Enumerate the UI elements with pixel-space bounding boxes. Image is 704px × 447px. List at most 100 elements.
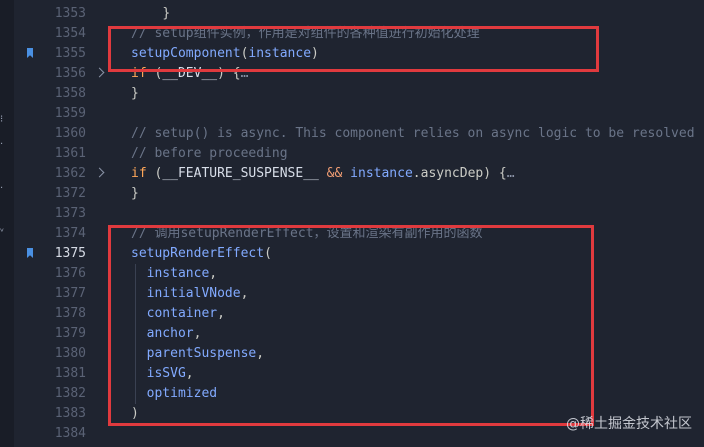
code-text: // setup组件实例，作用是对组件的各种值进行初始化处理 xyxy=(131,24,480,44)
activity-glyph[interactable]: ⁝ xyxy=(0,115,3,125)
code-line[interactable]: 1353 } xyxy=(14,4,704,24)
chevron-right-icon[interactable] xyxy=(94,167,105,178)
line-number: 1381 xyxy=(54,366,86,381)
code-token: // setup() is async. This component reli… xyxy=(131,126,695,141)
line-number: 1373 xyxy=(54,206,86,221)
code-token: optimized xyxy=(131,386,218,401)
bookmark-icon[interactable] xyxy=(27,48,33,58)
code-token: … xyxy=(506,166,515,181)
code-line[interactable]: 1356 if (__DEV__) {… xyxy=(14,64,704,84)
code-text: // setup() is async. This component reli… xyxy=(131,124,695,144)
code-line[interactable]: 1380 parentSuspense, xyxy=(14,344,704,364)
code-text: initialVNode, xyxy=(131,284,249,304)
code-line[interactable]: 1374 // 调用setupRenderEffect，设置和渲染有副作用的函数 xyxy=(14,224,704,244)
line-number: 1380 xyxy=(54,346,86,361)
code-token: } xyxy=(131,186,139,201)
code-line[interactable]: 1358} xyxy=(14,84,704,104)
code-token: , xyxy=(185,366,194,381)
code-token: , xyxy=(240,286,249,301)
code-text: instance, xyxy=(131,264,217,284)
code-line[interactable]: 1355 setupComponent(instance) xyxy=(14,44,704,64)
code-token: , xyxy=(256,346,265,361)
code-text: ) xyxy=(131,404,139,424)
code-token: setupRenderEffect xyxy=(131,246,265,261)
code-line[interactable]: 1360 // setup() is async. This component … xyxy=(14,124,704,144)
code-line[interactable]: 1381 isSVG, xyxy=(14,364,704,384)
code-token: ) { xyxy=(217,66,241,81)
line-number: 1384 xyxy=(54,426,86,441)
line-number: 1362 xyxy=(54,166,86,181)
line-number: 1353 xyxy=(54,6,86,21)
chevron-right-icon[interactable] xyxy=(94,67,105,78)
code-token: __DEV__ xyxy=(162,66,218,81)
code-text: if (__DEV__) {… xyxy=(131,64,248,84)
code-token: // setup组件实例，作用是对组件的各种值进行初始化处理 xyxy=(131,26,480,41)
code-text: } xyxy=(131,4,170,24)
code-token: instance xyxy=(248,46,312,61)
code-line[interactable]: 1375 setupRenderEffect( xyxy=(14,244,704,264)
code-line[interactable]: 1373 xyxy=(14,204,704,224)
code-text: } xyxy=(131,184,139,204)
code-token: … xyxy=(240,66,249,81)
code-token: container xyxy=(131,306,218,321)
code-text: parentSuspense, xyxy=(131,344,264,364)
code-token: , xyxy=(209,266,218,281)
line-number: 1382 xyxy=(54,386,86,401)
code-text: anchor, xyxy=(131,324,202,344)
code-token: } xyxy=(162,6,171,21)
code-token: ( xyxy=(264,246,272,261)
code-token: // 调用setupRenderEffect，设置和渲染有副作用的函数 xyxy=(131,226,483,241)
line-number: 1354 xyxy=(54,26,86,41)
code-text: if (__FEATURE_SUSPENSE__ && instance.asy… xyxy=(131,164,515,184)
code-line[interactable]: 1361 // before proceeding xyxy=(14,144,704,164)
code-text: setupRenderEffect( xyxy=(131,244,272,264)
code-token: , xyxy=(217,306,225,321)
code-token: // before proceeding xyxy=(131,146,288,161)
code-token: anchor xyxy=(131,326,194,341)
line-number: 1360 xyxy=(54,126,86,141)
code-text: } xyxy=(131,84,139,104)
line-number: 1356 xyxy=(54,66,86,81)
code-line[interactable]: 1379 anchor, xyxy=(14,324,704,344)
code-token: ( xyxy=(146,166,163,181)
code-text: optimized xyxy=(131,384,217,404)
code-line[interactable]: 1377 initialVNode, xyxy=(14,284,704,304)
line-number: 1361 xyxy=(54,146,86,161)
code-text: isSVG, xyxy=(131,364,194,384)
code-line[interactable]: 1378 container, xyxy=(14,304,704,324)
code-line[interactable]: 1354 // setup组件实例，作用是对组件的各种值进行初始化处理 xyxy=(14,24,704,44)
code-editor[interactable]: 1353 } 1354 // setup组件实例，作用是对组件的各种值进行初始化处理… xyxy=(14,0,704,447)
code-line[interactable]: 1382 optimized xyxy=(14,384,704,404)
code-token: setupComponent xyxy=(131,46,241,61)
line-number: 1378 xyxy=(54,306,86,321)
line-number: 1377 xyxy=(54,286,86,301)
code-token: instance xyxy=(350,166,413,181)
line-number: 1375 xyxy=(54,246,86,261)
code-line[interactable]: 1372} xyxy=(14,184,704,204)
activity-glyph[interactable]: · xyxy=(0,140,3,150)
code-text: // before proceeding xyxy=(131,144,288,164)
code-token: if xyxy=(131,66,147,81)
line-number: 1379 xyxy=(54,326,86,341)
code-token: .asyncDep) { xyxy=(412,166,507,181)
code-line[interactable]: 1359 xyxy=(14,104,704,124)
code-token: ( xyxy=(146,66,163,81)
code-token: && xyxy=(318,166,351,181)
code-token: instance xyxy=(131,266,210,281)
bookmark-icon[interactable] xyxy=(27,248,33,258)
code-token: if xyxy=(131,166,147,181)
activity-bar: ⁝ · · ᵛ xyxy=(0,0,14,447)
code-token: isSVG xyxy=(131,366,186,381)
line-number: 1355 xyxy=(54,46,86,61)
line-number: 1372 xyxy=(54,186,86,201)
activity-glyph[interactable]: ᵛ xyxy=(0,228,4,238)
line-number: 1376 xyxy=(54,266,86,281)
code-token: parentSuspense xyxy=(131,346,257,361)
activity-glyph[interactable]: · xyxy=(0,184,3,194)
code-token: ) xyxy=(131,406,139,421)
code-line[interactable]: 1376 instance, xyxy=(14,264,704,284)
code-token: initialVNode xyxy=(131,286,241,301)
code-line[interactable]: 1362 if (__FEATURE_SUSPENSE__ && instance… xyxy=(14,164,704,184)
line-number: 1374 xyxy=(54,226,86,241)
